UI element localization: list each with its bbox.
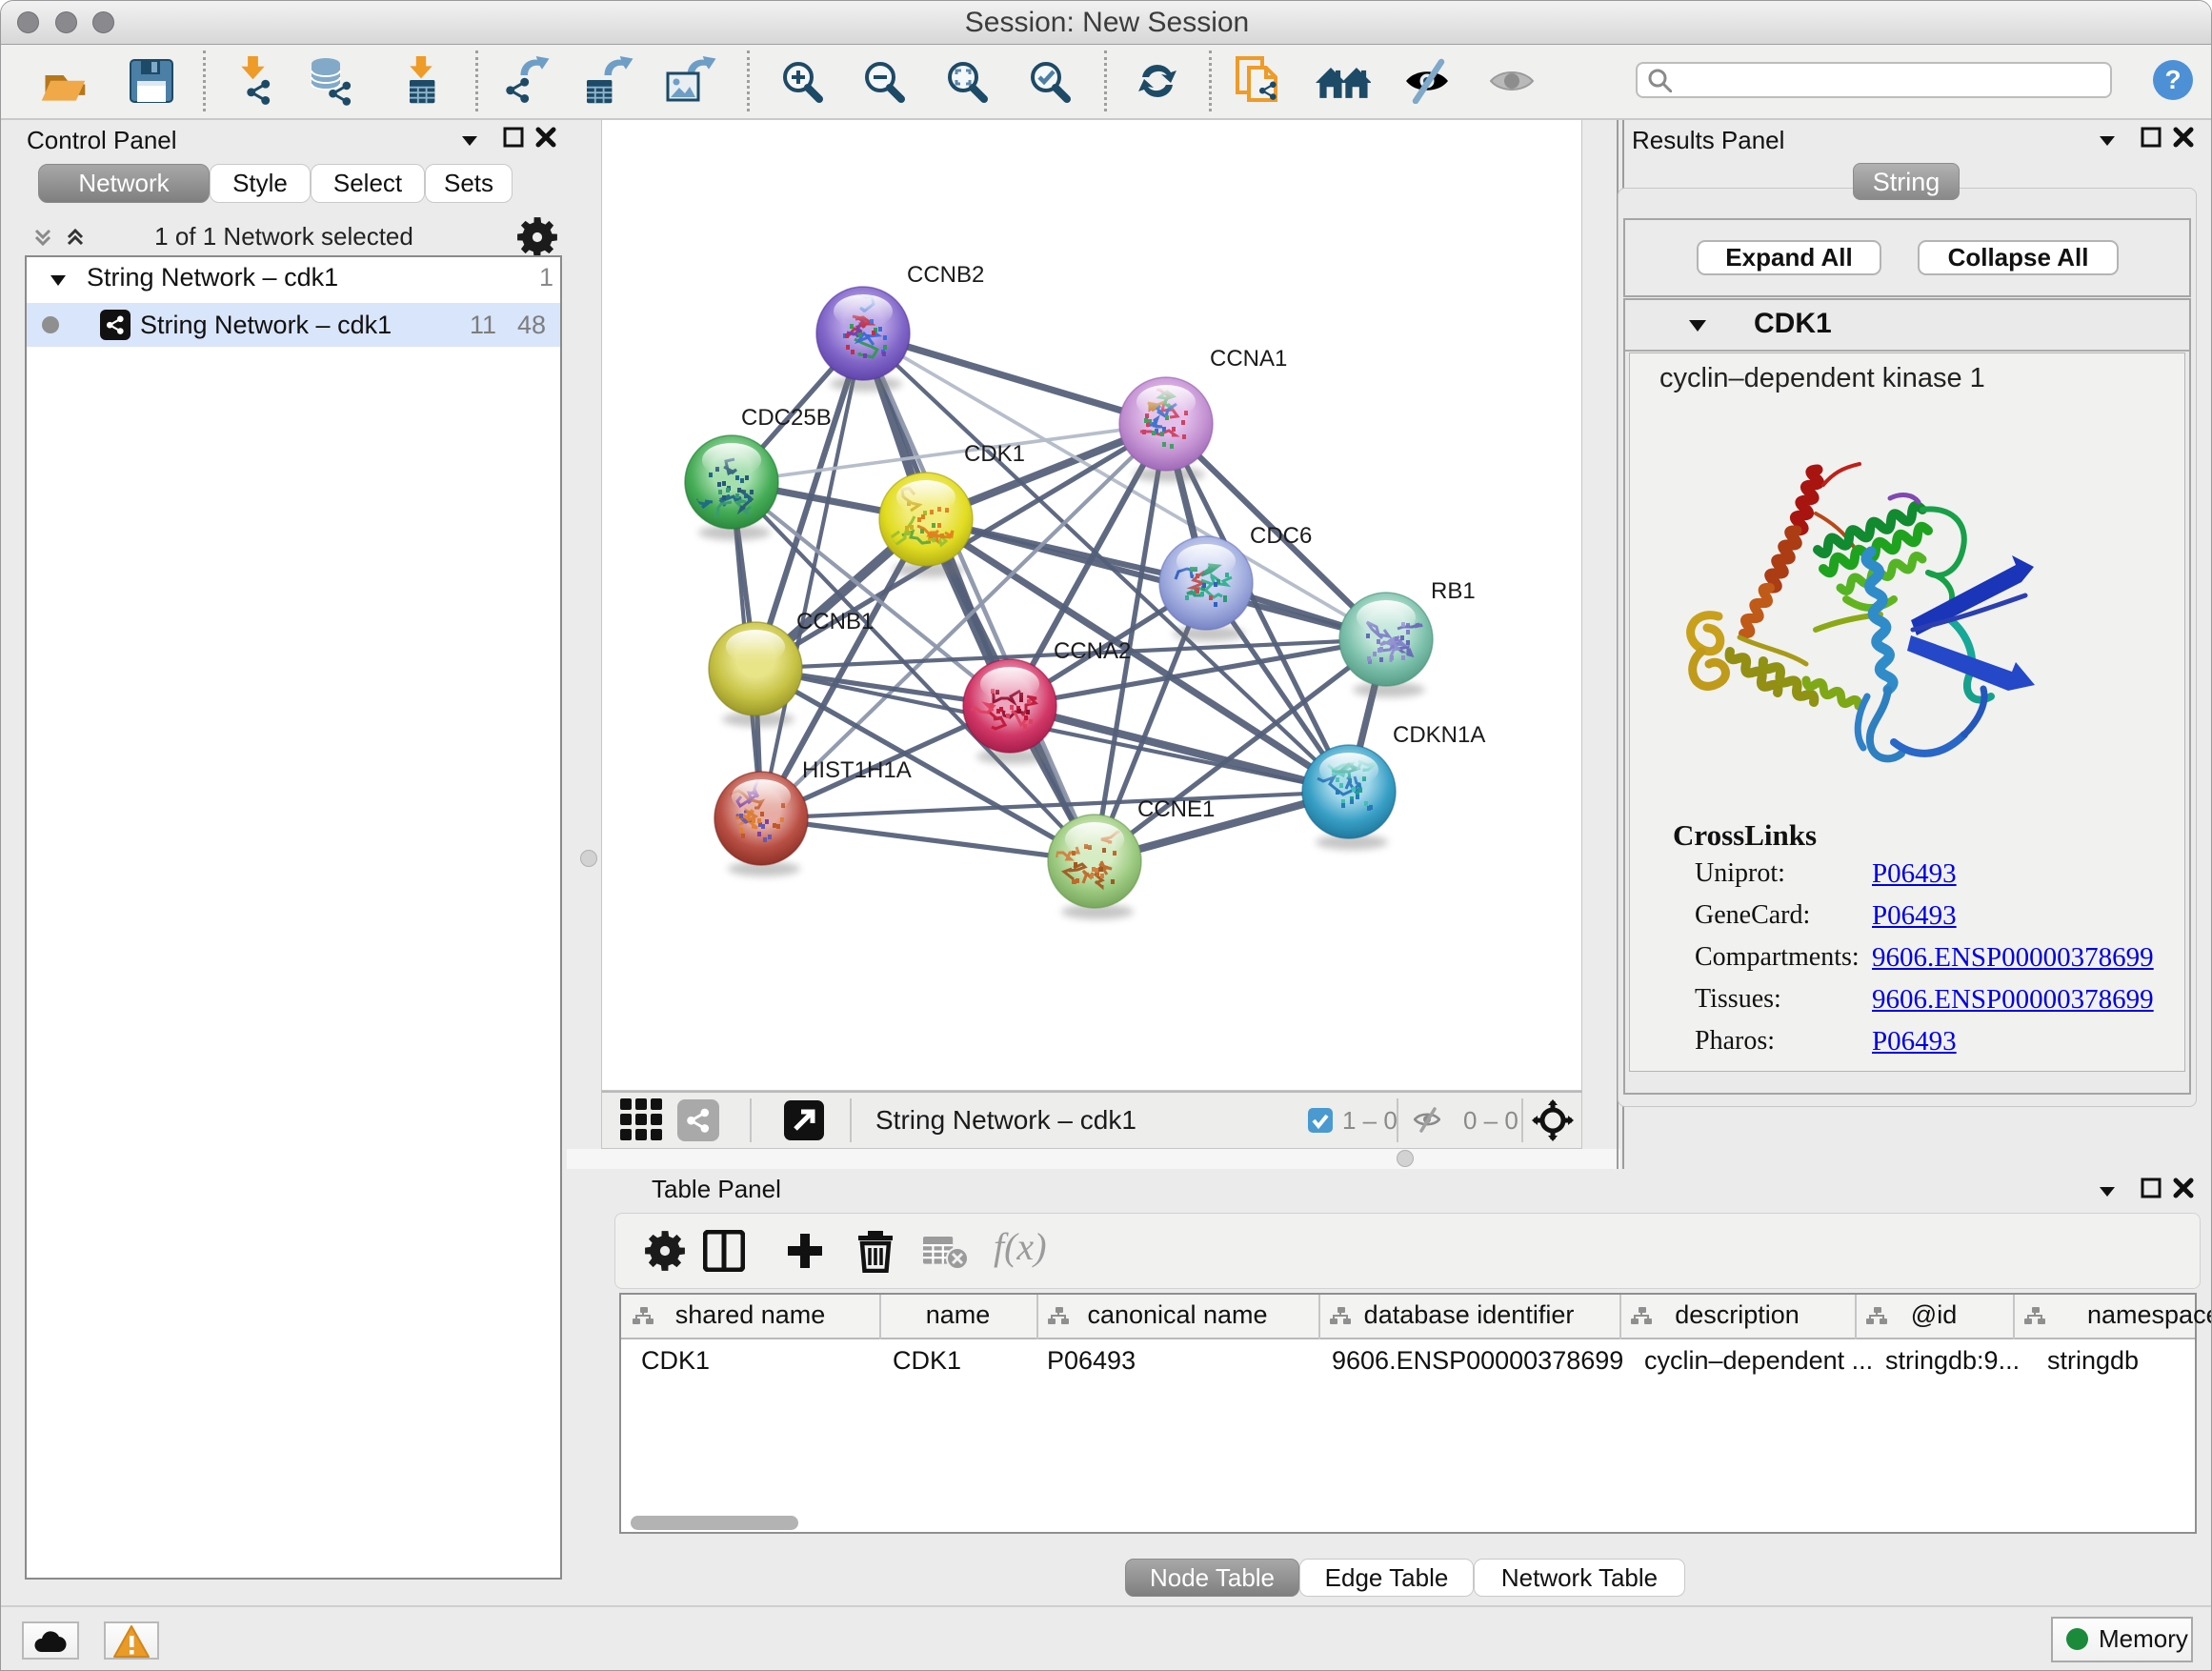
svg-text:CCNB1: CCNB1 [796,609,874,634]
svg-text:RB1: RB1 [1431,578,1476,604]
svg-text:CDC25B: CDC25B [741,405,832,431]
svg-text:CCNA2: CCNA2 [1054,638,1131,664]
svg-text:CDC6: CDC6 [1250,523,1312,549]
svg-text:CDKN1A: CDKN1A [1393,722,1485,748]
svg-text:HIST1H1A: HIST1H1A [802,757,912,783]
svg-text:?: ? [2164,65,2181,94]
svg-text:CCNB2: CCNB2 [907,262,984,288]
svg-text:CCNA1: CCNA1 [1210,346,1287,372]
svg-text:CDK1: CDK1 [964,441,1025,467]
svg-text:CCNE1: CCNE1 [1137,796,1215,822]
